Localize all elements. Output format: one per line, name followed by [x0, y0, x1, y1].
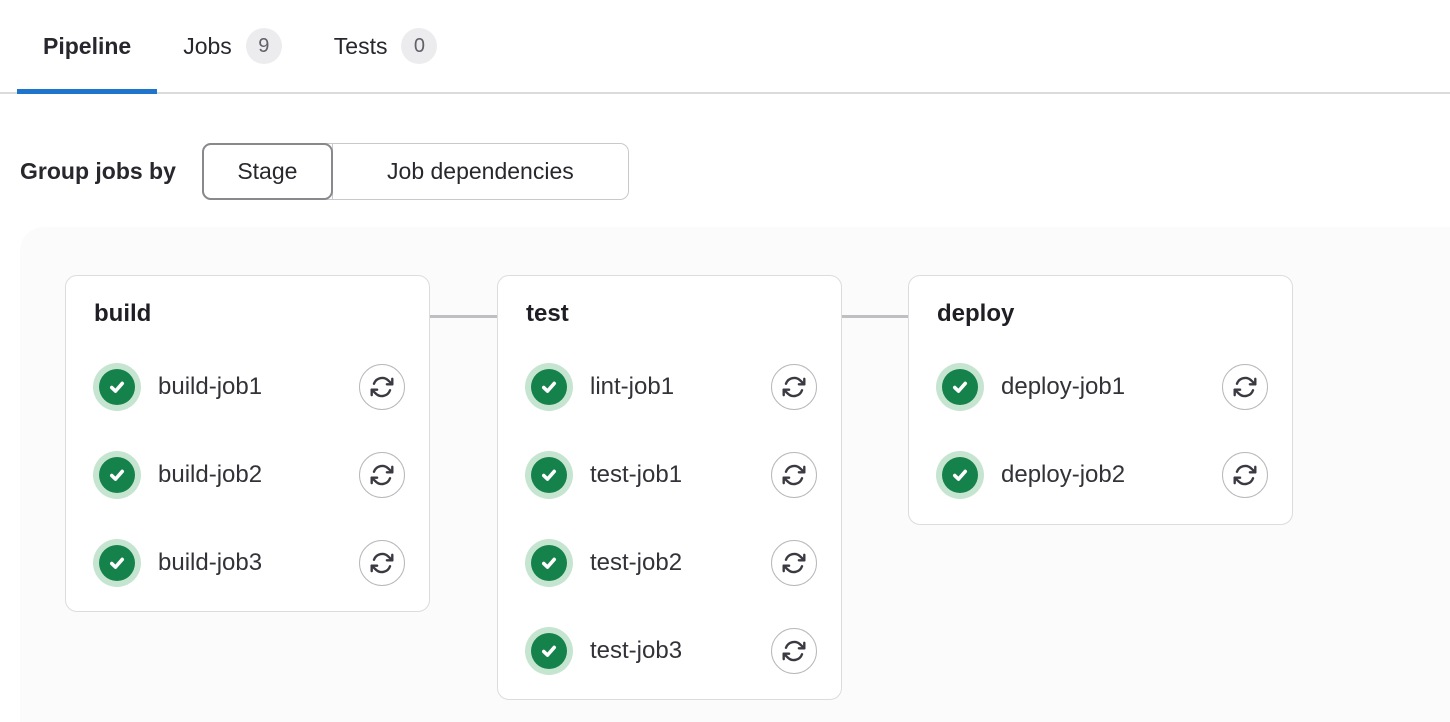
status-success-icon [93, 539, 141, 587]
tab-tests-label: Tests [334, 33, 388, 60]
tab-pipeline[interactable]: Pipeline [17, 0, 157, 92]
retry-icon [781, 374, 807, 400]
segment-job-dependencies[interactable]: Job dependencies [332, 144, 628, 199]
jobs-list: lint-job1 test-job1 test-job2 [498, 343, 841, 695]
status-success-icon [525, 451, 573, 499]
retry-button[interactable] [771, 452, 817, 498]
retry-icon [369, 374, 395, 400]
group-jobs-controls: Group jobs by Stage Job dependencies [20, 143, 1450, 200]
retry-icon [781, 550, 807, 576]
jobs-count-badge: 9 [246, 28, 282, 64]
tab-jobs-label: Jobs [183, 33, 232, 60]
group-jobs-segmented-control: Stage Job dependencies [202, 143, 629, 200]
tab-pipeline-label: Pipeline [43, 33, 131, 60]
job-row: lint-job1 [498, 343, 841, 431]
retry-icon [781, 638, 807, 664]
retry-button[interactable] [359, 452, 405, 498]
job-link[interactable]: test-job1 [590, 461, 771, 489]
stage-title: test [498, 276, 841, 329]
retry-icon [781, 462, 807, 488]
jobs-list: deploy-job1 deploy-job2 [909, 343, 1292, 519]
retry-button[interactable] [771, 540, 817, 586]
job-row: build-job2 [66, 431, 429, 519]
status-success-icon [93, 451, 141, 499]
job-row: test-job3 [498, 607, 841, 695]
tab-jobs[interactable]: Jobs 9 [157, 0, 308, 92]
stage-title: deploy [909, 276, 1292, 329]
retry-button[interactable] [359, 540, 405, 586]
job-link[interactable]: deploy-job1 [1001, 373, 1222, 401]
job-row: test-job2 [498, 519, 841, 607]
retry-button[interactable] [771, 364, 817, 410]
job-link[interactable]: build-job3 [158, 549, 359, 577]
job-link[interactable]: test-job3 [590, 637, 771, 665]
job-row: deploy-job2 [909, 431, 1292, 519]
tab-tests[interactable]: Tests 0 [308, 0, 464, 92]
job-link[interactable]: test-job2 [590, 549, 771, 577]
status-success-icon [525, 539, 573, 587]
retry-icon [369, 462, 395, 488]
job-link[interactable]: lint-job1 [590, 373, 771, 401]
retry-button[interactable] [1222, 452, 1268, 498]
status-success-icon [525, 627, 573, 675]
status-success-icon [525, 363, 573, 411]
job-row: build-job1 [66, 343, 429, 431]
job-row: build-job3 [66, 519, 429, 607]
retry-icon [369, 550, 395, 576]
status-success-icon [93, 363, 141, 411]
job-link[interactable]: deploy-job2 [1001, 461, 1222, 489]
stage-connector-line [842, 315, 908, 318]
group-jobs-by-label: Group jobs by [20, 158, 176, 185]
retry-button[interactable] [1222, 364, 1268, 410]
stage-title: build [66, 276, 429, 329]
status-success-icon [936, 363, 984, 411]
retry-button[interactable] [771, 628, 817, 674]
retry-button[interactable] [359, 364, 405, 410]
job-link[interactable]: build-job1 [158, 373, 359, 401]
retry-icon [1232, 374, 1258, 400]
retry-icon [1232, 462, 1258, 488]
stage-column-test: test lint-job1 test-job1 [497, 275, 842, 700]
jobs-list: build-job1 build-job2 build-job3 [66, 343, 429, 607]
tests-count-badge: 0 [401, 28, 437, 64]
stage-column-deploy: deploy deploy-job1 deploy-job2 [908, 275, 1293, 525]
job-link[interactable]: build-job2 [158, 461, 359, 489]
status-success-icon [936, 451, 984, 499]
stage-connector-line [430, 315, 497, 318]
pipeline-tab-bar: Pipeline Jobs 9 Tests 0 [0, 0, 1450, 94]
job-row: test-job1 [498, 431, 841, 519]
segment-stage[interactable]: Stage [202, 143, 333, 200]
pipeline-graph-panel: build build-job1 build-job2 [20, 227, 1450, 722]
job-row: deploy-job1 [909, 343, 1292, 431]
stage-column-build: build build-job1 build-job2 [65, 275, 430, 612]
